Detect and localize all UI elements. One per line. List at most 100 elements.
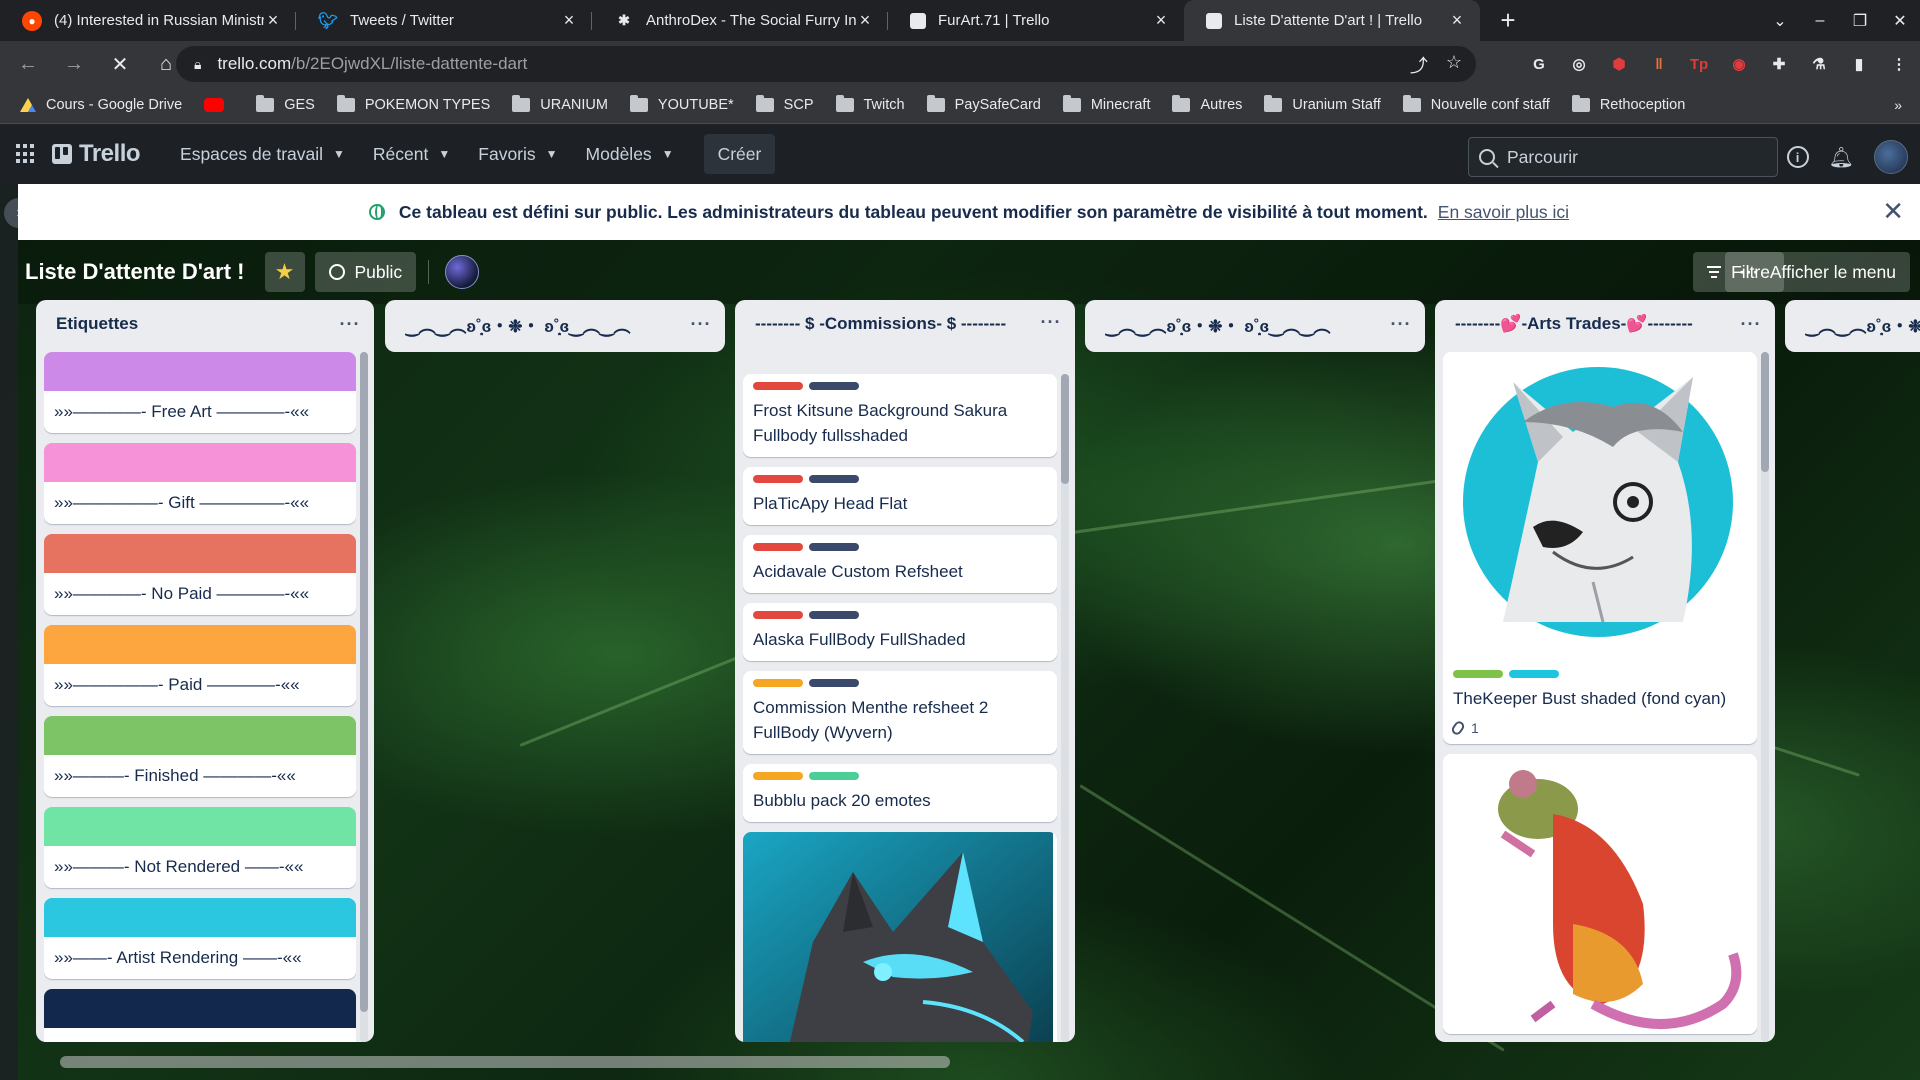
list-header[interactable]: ‿︵‿︵ʚ˚̣̣̣͙ɞ・❉・ ʚ˚̣̣̣͙ɞ‿︵‿︵ ··· (385, 300, 725, 348)
label-chip[interactable] (753, 772, 803, 780)
label-chip[interactable] (753, 475, 803, 483)
forward-icon[interactable]: → (56, 53, 92, 76)
bookmark-item[interactable]: URANIUM (512, 95, 608, 113)
list-scrollbar[interactable] (360, 352, 368, 1042)
card[interactable]: »»——- Artist Rendering ——-«« (44, 898, 356, 979)
board-horizontal-scrollbar[interactable] (60, 1056, 950, 1068)
restore-icon[interactable]: ❐ (1840, 11, 1880, 31)
bookmark-item[interactable]: Rethoception (1571, 95, 1685, 113)
back-icon[interactable]: ← (10, 53, 46, 76)
bookmark-item[interactable]: SCP (755, 95, 814, 113)
bookmark-item[interactable] (204, 98, 234, 112)
learn-more-link[interactable]: En savoir plus ici (1438, 202, 1569, 223)
list-title[interactable]: ‿︵‿︵ʚ˚̣̣̣͙ɞ・❉・ ʚ˚̣̣̣͙ɞ‿︵‿︵ (1105, 312, 1387, 337)
bookmark-item[interactable]: YOUTUBE* (629, 95, 734, 113)
account-avatar[interactable] (1874, 140, 1908, 174)
extension-icon[interactable]: Tp (1686, 51, 1712, 77)
browser-tab[interactable]: 🐦︎ Tweets / Twitter × (296, 0, 592, 41)
bookmark-item[interactable]: Minecraft (1062, 95, 1150, 113)
sidepanel-icon[interactable]: ▮ (1846, 51, 1872, 77)
board-title[interactable]: Liste D'attente D'art ! (25, 259, 245, 285)
card[interactable]: »»—————- Paid ————-«« (44, 625, 356, 706)
search-input[interactable]: Parcourir (1468, 137, 1778, 177)
scrollbar-thumb[interactable] (360, 352, 368, 1012)
url-bar[interactable]: 🔒︎ trello.com/b/2EOjwdXL/liste-dattente-… (176, 46, 1476, 82)
bookmark-item[interactable]: Autres (1172, 95, 1242, 113)
close-tab-icon[interactable]: × (560, 10, 578, 31)
list-actions-icon[interactable]: ··· (1387, 314, 1415, 335)
label-chip[interactable] (809, 382, 859, 390)
card[interactable]: »»———- Finished ————-«« (44, 716, 356, 797)
bookmark-item[interactable]: Twitch (835, 95, 905, 113)
scrollbar-thumb[interactable] (1761, 352, 1769, 472)
notifications-bell-icon[interactable]: 🔔︎ (1829, 145, 1854, 170)
label-chip[interactable] (1453, 670, 1503, 678)
bookmark-item[interactable]: Nouvelle conf staff (1402, 95, 1550, 113)
card[interactable]: Alaska FullBody FullShaded (743, 603, 1057, 661)
card[interactable]: »»—————- Gift —————-«« (44, 443, 356, 524)
browser-tab[interactable]: ✱ AnthroDex - The Social Furry Inde × (592, 0, 888, 41)
label-chip[interactable] (809, 772, 859, 780)
browser-tab-active[interactable]: Liste D'attente D'art ! | Trello × (1184, 0, 1480, 41)
list-header[interactable]: -------- $ -Commissions- $ -------- ··· (735, 300, 1075, 364)
google-icon[interactable]: G (1526, 51, 1552, 77)
lock-icon[interactable]: 🔒︎ (194, 56, 201, 73)
label-chip[interactable] (753, 543, 803, 551)
label-chip[interactable] (809, 611, 859, 619)
list-actions-icon[interactable]: ··· (1037, 312, 1065, 333)
card-with-image[interactable] (1443, 754, 1757, 1034)
tab-search-icon[interactable]: ⌄ (1760, 11, 1800, 31)
nav-workspaces[interactable]: Espaces de travail ▼ (166, 134, 359, 174)
label-chip[interactable] (809, 475, 859, 483)
kebab-menu-icon[interactable]: ⋮ (1886, 51, 1912, 77)
nav-recent[interactable]: Récent ▼ (359, 134, 464, 174)
close-tab-icon[interactable]: × (1448, 10, 1466, 31)
close-tab-icon[interactable]: × (264, 10, 282, 31)
label-chip[interactable] (753, 679, 803, 687)
close-tab-icon[interactable]: × (856, 10, 874, 31)
list-header[interactable]: --------💕-Arts Trades-💕-------- ··· (1435, 300, 1775, 348)
card[interactable]: Frost Kitsune Background Sakura Fullbody… (743, 374, 1057, 457)
card[interactable]: Commission Menthe refsheet 2 FullBody (W… (743, 671, 1057, 754)
label-chip[interactable] (809, 543, 859, 551)
scrollbar-thumb[interactable] (1061, 374, 1069, 484)
bookmark-item[interactable]: GES (256, 95, 315, 113)
list-header[interactable]: Etiquettes ··· (36, 300, 374, 348)
list-actions-icon[interactable]: ··· (687, 314, 715, 335)
card-with-image[interactable]: TheKeeper Bust shaded (fond cyan) 1 (1443, 352, 1757, 744)
share-icon[interactable]: ⤴ (1410, 52, 1428, 78)
close-banner-icon[interactable]: ✕ (1882, 198, 1904, 224)
visibility-button[interactable]: Public (314, 252, 417, 292)
list-title[interactable]: ‿︵‿︵ʚ˚̣̣̣͙ɞ・❉・ ʚ˚̣̣̣͙ɞ‿︵‿︵ (405, 312, 687, 337)
label-chip[interactable] (753, 382, 803, 390)
browser-tab[interactable]: ● (4) Interested in Russian Ministry × (0, 0, 296, 41)
bookmark-star-icon[interactable]: ☆ (1446, 52, 1462, 78)
extension-icon[interactable]: ‖ (1646, 51, 1672, 77)
member-avatar[interactable] (445, 255, 480, 289)
more-bookmarks-icon[interactable]: » (1894, 97, 1902, 113)
app-switcher-icon[interactable] (16, 144, 36, 164)
label-chip[interactable] (1509, 670, 1559, 678)
nav-templates[interactable]: Modèles ▼ (572, 134, 688, 174)
extension-icon[interactable]: ⚗ (1806, 51, 1832, 77)
browser-tab[interactable]: FurArt.71 | Trello × (888, 0, 1184, 41)
bookmark-item[interactable]: POKEMON TYPES (336, 95, 490, 113)
list-title[interactable]: Etiquettes (56, 314, 336, 334)
opera-icon[interactable]: ◉ (1726, 51, 1752, 77)
nav-starred[interactable]: Favoris ▼ (464, 134, 571, 174)
list-title[interactable]: -------- $ -Commissions- $ -------- (755, 312, 1037, 336)
list-title[interactable]: ‿︵‿︵ʚ˚̣̣̣͙ɞ・❉・ (1805, 312, 1920, 337)
card[interactable]: Acidavale Custom Refsheet (743, 535, 1057, 593)
close-window-icon[interactable]: ✕ (1880, 11, 1920, 31)
card[interactable]: »»————- No Paid ————-«« (44, 534, 356, 615)
bookmark-item[interactable]: Uranium Staff (1264, 95, 1381, 113)
card[interactable]: »»————- Free Art ————-«« (44, 352, 356, 433)
card[interactable]: »»———- Not Rendered ——-«« (44, 807, 356, 888)
list-actions-icon[interactable]: ··· (336, 314, 364, 335)
adblock-icon[interactable]: ⬢ (1606, 51, 1632, 77)
list-title[interactable]: --------💕-Arts Trades-💕-------- (1455, 314, 1737, 334)
minimize-icon[interactable]: – (1800, 12, 1840, 30)
trello-logo[interactable]: Trello (52, 140, 141, 168)
bookmark-item[interactable]: PaySafeCard (926, 95, 1041, 113)
star-board-button[interactable]: ★ (264, 252, 305, 292)
